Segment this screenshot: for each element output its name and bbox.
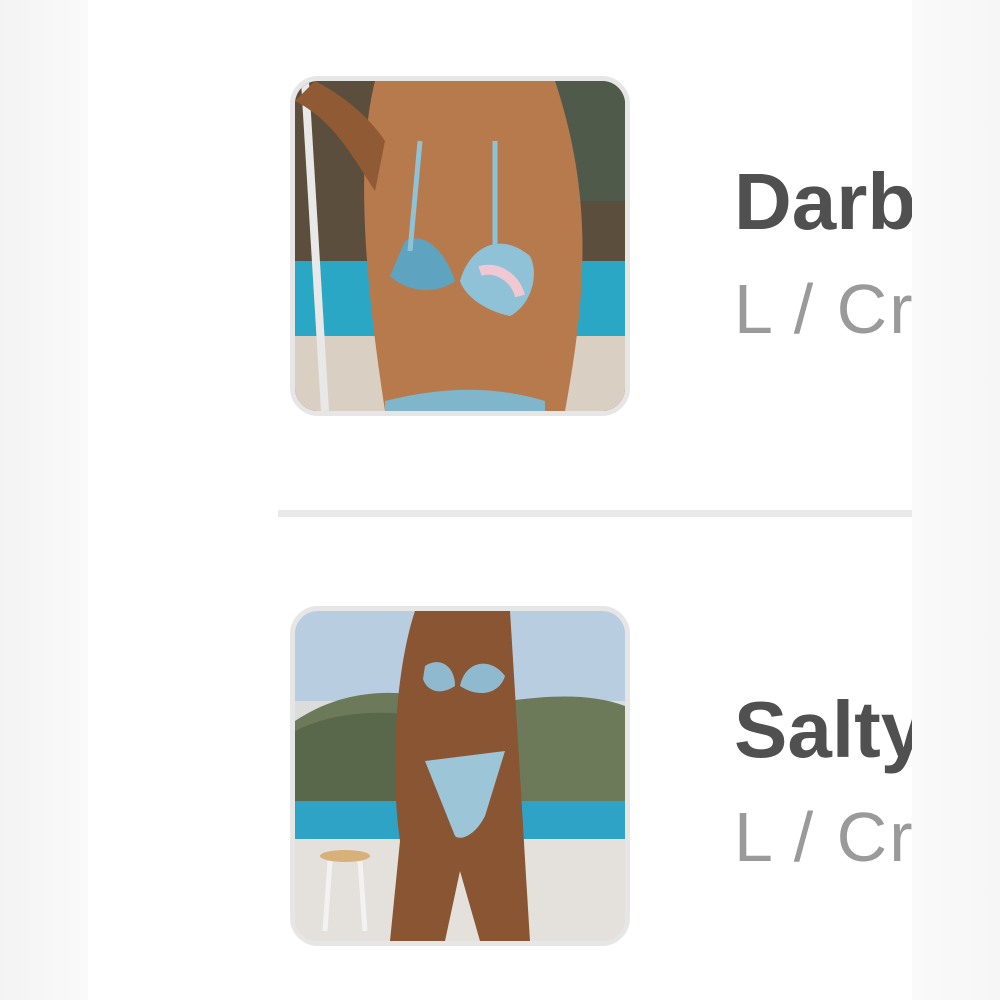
product-thumbnail[interactable]	[290, 606, 630, 946]
cart-line-item[interactable]: Darb L / Cr	[288, 74, 912, 424]
product-photo	[295, 611, 625, 941]
product-photo	[295, 81, 625, 411]
cart-items-panel: Darb L / Cr Salty L / Cr	[88, 0, 912, 1000]
product-title[interactable]: Darb	[734, 162, 912, 242]
item-divider	[278, 510, 912, 517]
product-thumbnail[interactable]	[290, 76, 630, 416]
cart-line-item[interactable]: Salty L / Cr	[288, 604, 912, 954]
product-variant: L / Cr	[734, 270, 912, 348]
product-title[interactable]: Salty	[734, 690, 912, 770]
product-variant: L / Cr	[734, 798, 912, 876]
